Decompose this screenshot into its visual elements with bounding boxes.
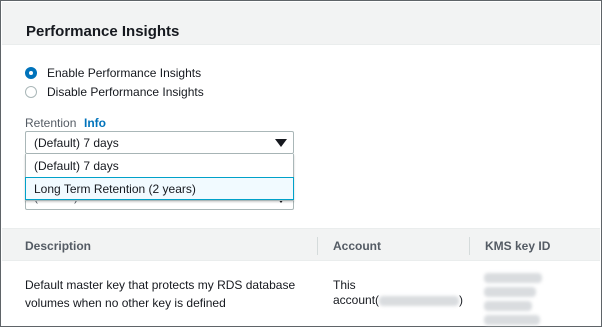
- row-description-line-2: volumes when no other key is defined: [25, 296, 226, 310]
- account-prefix: account(: [333, 293, 380, 307]
- enable-radio-button[interactable]: [25, 67, 37, 79]
- disable-performance-insights-option[interactable]: Disable Performance Insights: [25, 85, 204, 99]
- column-header-description: Description: [25, 239, 92, 253]
- column-divider: [317, 237, 318, 255]
- redacted-kms-key-id: [484, 267, 542, 325]
- retention-select[interactable]: (Default) 7 days: [25, 131, 294, 154]
- column-header-account: Account: [333, 239, 381, 253]
- retention-option-long-term[interactable]: Long Term Retention (2 years): [25, 177, 294, 200]
- panel-header: Performance Insights: [2, 2, 600, 45]
- row-description-line-1: Default master key that protects my RDS …: [25, 278, 296, 292]
- retention-option-7-days[interactable]: (Default) 7 days: [26, 154, 295, 177]
- row-account-line-2: account(): [333, 290, 463, 310]
- retention-label: Retention: [25, 116, 77, 130]
- retention-info-link[interactable]: Info: [84, 116, 106, 130]
- retention-select-value: (Default) 7 days: [34, 135, 119, 150]
- panel-title: Performance Insights: [26, 23, 180, 40]
- enable-radio-label: Enable Performance Insights: [47, 66, 202, 80]
- retention-chevron-down-icon: [275, 139, 287, 147]
- account-suffix: ): [459, 293, 464, 307]
- enable-performance-insights-option[interactable]: Enable Performance Insights: [25, 66, 201, 80]
- performance-insights-panel: Performance Insights Enable Performance …: [0, 0, 602, 327]
- column-divider: [469, 237, 470, 255]
- disable-radio-label: Disable Performance Insights: [47, 85, 204, 99]
- disable-radio-button[interactable]: [25, 86, 37, 98]
- retention-dropdown-menu: (Default) 7 days Long Term Retention (2 …: [25, 154, 294, 201]
- redacted-account-id: [379, 295, 460, 306]
- column-header-kms-key-id: KMS key ID: [485, 239, 551, 253]
- kms-table-header: Description Account KMS key ID: [2, 228, 600, 261]
